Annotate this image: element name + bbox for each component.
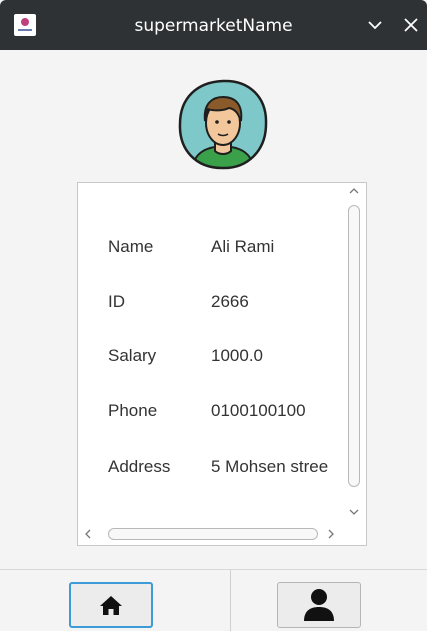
nav-divider — [230, 570, 231, 631]
field-value: 1000.0 — [211, 346, 263, 365]
chevron-down-icon — [368, 21, 382, 30]
field-value: 5 Mohsen stree — [211, 457, 329, 476]
field-label: Address — [108, 457, 171, 476]
vertical-scroll-thumb[interactable] — [348, 205, 360, 487]
user-avatar-icon — [175, 77, 271, 173]
minimize-button[interactable] — [363, 13, 387, 37]
profile-details-viewport: Name Ali Rami ID 2666 Salary 1000.0 Phon… — [78, 183, 342, 523]
field-value: 0100100100 — [211, 401, 306, 420]
field-label: Phone — [108, 401, 158, 420]
close-icon — [404, 18, 418, 32]
home-icon — [100, 596, 122, 615]
field-label: ID — [108, 292, 125, 311]
scroll-right-arrow-icon[interactable] — [326, 528, 336, 540]
field-value: 2666 — [211, 292, 249, 311]
employee-profile-window: supermarketName Name Ali Rami ID 2666 Sa… — [0, 0, 427, 631]
close-button[interactable] — [399, 13, 423, 37]
field-value: Ali Rami — [211, 237, 275, 256]
scroll-down-arrow-icon[interactable] — [348, 507, 360, 517]
field-label: Salary — [108, 346, 157, 365]
scroll-up-arrow-icon[interactable] — [348, 186, 360, 196]
profile-button[interactable] — [277, 582, 361, 628]
person-icon — [304, 589, 334, 621]
home-button[interactable] — [69, 582, 153, 628]
title-bar[interactable]: supermarketName — [0, 0, 427, 50]
horizontal-scroll-thumb[interactable] — [108, 528, 318, 540]
bottom-navigation-bar — [0, 569, 427, 631]
vertical-scrollbar[interactable] — [342, 183, 366, 523]
profile-details-scrollpane[interactable]: Name Ali Rami ID 2666 Salary 1000.0 Phon… — [77, 182, 367, 546]
field-label: Name — [108, 237, 154, 256]
scroll-left-arrow-icon[interactable] — [83, 528, 93, 540]
horizontal-scrollbar[interactable] — [78, 523, 342, 545]
